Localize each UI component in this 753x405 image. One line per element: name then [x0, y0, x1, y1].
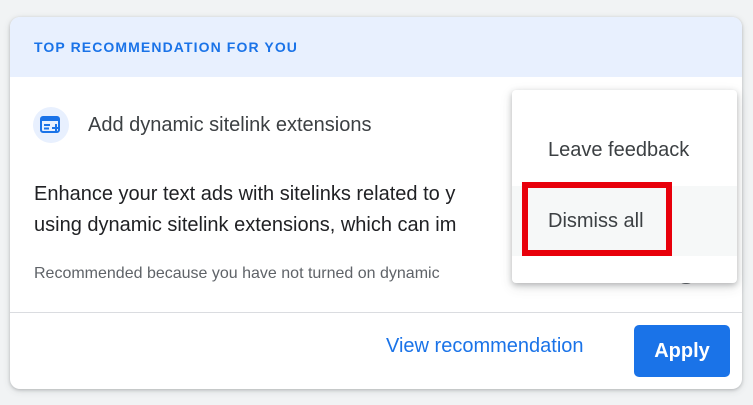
divider	[10, 312, 742, 313]
recommendation-title: Add dynamic sitelink extensions	[88, 113, 372, 136]
menu-item-leave-feedback[interactable]: Leave feedback	[512, 118, 737, 182]
apply-button[interactable]: Apply	[634, 325, 730, 377]
sitelink-add-icon	[33, 107, 69, 143]
menu-item-dismiss-all[interactable]: Dismiss all	[512, 186, 737, 256]
menu-item-label: Leave feedback	[548, 138, 690, 161]
menu-item-label: Dismiss all	[548, 209, 644, 232]
card-header: TOP RECOMMENDATION FOR YOU	[10, 17, 742, 77]
overflow-menu: Leave feedback Dismiss all	[512, 90, 737, 283]
view-recommendation-link[interactable]: View recommendation	[386, 335, 584, 358]
recommendation-row: Add dynamic sitelink extensions	[33, 107, 371, 143]
card-header-title: TOP RECOMMENDATION FOR YOU	[34, 39, 299, 55]
